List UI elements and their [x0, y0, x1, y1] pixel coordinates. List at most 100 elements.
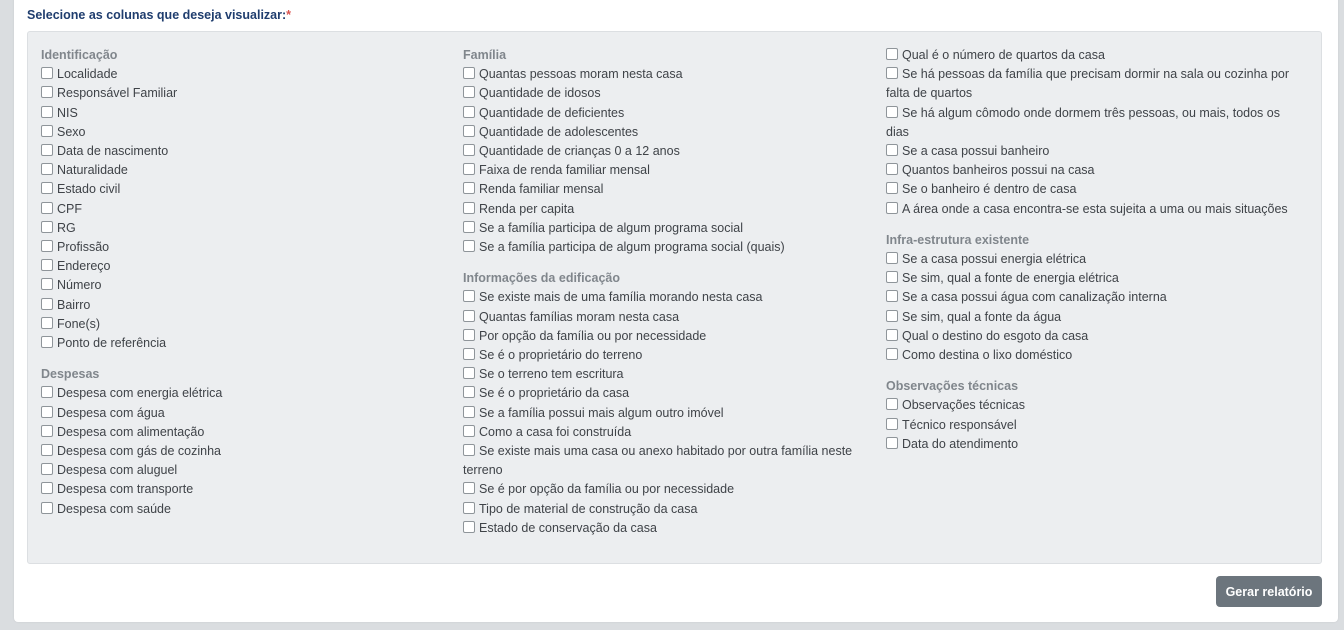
column-option-se-sim-qual-a-fonte-de-energia-eletrica[interactable]: Se sim, qual a fonte de energia elétrica: [886, 269, 1296, 288]
column-option-profissao[interactable]: Profissão: [41, 238, 441, 257]
checkbox[interactable]: [886, 436, 898, 449]
checkbox[interactable]: [463, 182, 475, 195]
checkbox[interactable]: [41, 463, 53, 476]
column-option-quantos-banheiros-possui-na-casa[interactable]: Quantos banheiros possui na casa: [886, 161, 1296, 180]
checkbox[interactable]: [463, 290, 475, 303]
column-option-tecnico-responsavel[interactable]: Técnico responsável: [886, 416, 1296, 435]
checkbox[interactable]: [886, 398, 898, 411]
column-option-despesa-com-transporte[interactable]: Despesa com transporte: [41, 480, 441, 499]
column-option-se-e-o-proprietario-da-casa[interactable]: Se é o proprietário da casa: [463, 384, 873, 403]
checkbox[interactable]: [886, 182, 898, 195]
column-option-bairro[interactable]: Bairro: [41, 296, 441, 315]
checkbox[interactable]: [886, 201, 898, 214]
column-option-se-existe-mais-de-uma-familia-morando-ne[interactable]: Se existe mais de uma família morando ne…: [463, 288, 873, 307]
column-option-despesa-com-agua[interactable]: Despesa com água: [41, 404, 441, 423]
checkbox[interactable]: [41, 424, 53, 437]
checkbox[interactable]: [41, 182, 53, 195]
checkbox[interactable]: [463, 220, 475, 233]
column-option-quantidade-de-deficientes[interactable]: Quantidade de deficientes: [463, 104, 873, 123]
checkbox[interactable]: [41, 124, 53, 137]
column-option-endereco[interactable]: Endereço: [41, 257, 441, 276]
checkbox[interactable]: [886, 309, 898, 322]
column-option-cpf[interactable]: CPF: [41, 200, 441, 219]
checkbox[interactable]: [41, 220, 53, 233]
checkbox[interactable]: [886, 67, 898, 80]
checkbox[interactable]: [41, 144, 53, 157]
column-option-se-a-casa-possui-banheiro[interactable]: Se a casa possui banheiro: [886, 142, 1296, 161]
column-option-data-do-atendimento[interactable]: Data do atendimento: [886, 435, 1296, 454]
checkbox[interactable]: [463, 348, 475, 361]
column-option-se-a-familia-possui-mais-algum-outro-imo[interactable]: Se a família possui mais algum outro imó…: [463, 404, 873, 423]
column-option-se-e-por-opcao-da-familia-ou-por-necessi[interactable]: Se é por opção da família ou por necessi…: [463, 480, 873, 499]
column-option-despesa-com-energia-eletrica[interactable]: Despesa com energia elétrica: [41, 384, 441, 403]
checkbox[interactable]: [41, 240, 53, 253]
column-option-tipo-de-material-de-construcao-da-casa[interactable]: Tipo de material de construção da casa: [463, 500, 873, 519]
column-option-renda-familiar-mensal[interactable]: Renda familiar mensal: [463, 180, 873, 199]
checkbox[interactable]: [463, 424, 475, 437]
column-option-a-area-onde-a-casa-encontra-se-esta-suje[interactable]: A área onde a casa encontra-se esta suje…: [886, 200, 1296, 219]
checkbox[interactable]: [463, 240, 475, 253]
column-option-observacoes-tecnicas[interactable]: Observações técnicas: [886, 396, 1296, 415]
column-option-faixa-de-renda-familiar-mensal[interactable]: Faixa de renda familiar mensal: [463, 161, 873, 180]
checkbox[interactable]: [463, 405, 475, 418]
column-option-por-opcao-da-familia-ou-por-necessidade[interactable]: Por opção da família ou por necessidade: [463, 327, 873, 346]
checkbox[interactable]: [41, 297, 53, 310]
column-option-quantidade-de-idosos[interactable]: Quantidade de idosos: [463, 84, 873, 103]
checkbox[interactable]: [886, 252, 898, 265]
column-option-se-sim-qual-a-fonte-da-agua[interactable]: Se sim, qual a fonte da água: [886, 308, 1296, 327]
checkbox[interactable]: [41, 67, 53, 80]
column-option-renda-per-capita[interactable]: Renda per capita: [463, 200, 873, 219]
checkbox[interactable]: [886, 144, 898, 157]
checkbox[interactable]: [41, 386, 53, 399]
column-option-data-de-nascimento[interactable]: Data de nascimento: [41, 142, 441, 161]
checkbox[interactable]: [463, 444, 475, 457]
column-option-se-ha-pessoas-da-familia-que-precisam-do[interactable]: Se há pessoas da família que precisam do…: [886, 65, 1296, 103]
column-option-sexo[interactable]: Sexo: [41, 123, 441, 142]
checkbox[interactable]: [463, 67, 475, 80]
column-option-quantas-pessoas-moram-nesta-casa[interactable]: Quantas pessoas moram nesta casa: [463, 65, 873, 84]
checkbox[interactable]: [886, 271, 898, 284]
checkbox[interactable]: [41, 316, 53, 329]
checkbox[interactable]: [41, 259, 53, 272]
column-option-se-existe-mais-uma-casa-ou-anexo-habitad[interactable]: Se existe mais uma casa ou anexo habitad…: [463, 442, 873, 480]
checkbox[interactable]: [41, 336, 53, 349]
checkbox[interactable]: [463, 105, 475, 118]
column-option-se-o-banheiro-e-dentro-de-casa[interactable]: Se o banheiro é dentro de casa: [886, 180, 1296, 199]
column-option-se-e-o-proprietario-do-terreno[interactable]: Se é o proprietário do terreno: [463, 346, 873, 365]
column-option-quantas-familias-moram-nesta-casa[interactable]: Quantas famílias moram nesta casa: [463, 308, 873, 327]
column-option-fone-s[interactable]: Fone(s): [41, 315, 441, 334]
column-option-quantidade-de-adolescentes[interactable]: Quantidade de adolescentes: [463, 123, 873, 142]
column-option-estado-de-conservacao-da-casa[interactable]: Estado de conservação da casa: [463, 519, 873, 538]
checkbox[interactable]: [886, 105, 898, 118]
column-option-se-ha-algum-comodo-onde-dormem-tres-pess[interactable]: Se há algum cômodo onde dormem três pess…: [886, 104, 1296, 142]
checkbox[interactable]: [41, 501, 53, 514]
checkbox[interactable]: [463, 163, 475, 176]
column-option-numero[interactable]: Número: [41, 276, 441, 295]
column-option-nis[interactable]: NIS: [41, 104, 441, 123]
checkbox[interactable]: [41, 163, 53, 176]
checkbox[interactable]: [41, 201, 53, 214]
checkbox[interactable]: [463, 86, 475, 99]
column-option-quantidade-de-criancas-0-a-12-anos[interactable]: Quantidade de crianças 0 a 12 anos: [463, 142, 873, 161]
column-option-se-a-familia-participa-de-algum-programa[interactable]: Se a família participa de algum programa…: [463, 219, 873, 238]
checkbox[interactable]: [463, 309, 475, 322]
checkbox[interactable]: [886, 328, 898, 341]
checkbox[interactable]: [463, 367, 475, 380]
checkbox[interactable]: [41, 444, 53, 457]
checkbox[interactable]: [463, 386, 475, 399]
column-option-qual-o-destino-do-esgoto-da-casa[interactable]: Qual o destino do esgoto da casa: [886, 327, 1296, 346]
checkbox[interactable]: [886, 163, 898, 176]
checkbox[interactable]: [886, 417, 898, 430]
checkbox[interactable]: [41, 278, 53, 291]
checkbox[interactable]: [41, 105, 53, 118]
generate-report-button[interactable]: Gerar relatório: [1216, 576, 1322, 607]
column-option-despesa-com-gas-de-cozinha[interactable]: Despesa com gás de cozinha: [41, 442, 441, 461]
checkbox[interactable]: [463, 520, 475, 533]
column-option-responsavel-familiar[interactable]: Responsável Familiar: [41, 84, 441, 103]
column-option-localidade[interactable]: Localidade: [41, 65, 441, 84]
column-option-despesa-com-saude[interactable]: Despesa com saúde: [41, 500, 441, 519]
column-option-estado-civil[interactable]: Estado civil: [41, 180, 441, 199]
column-option-rg[interactable]: RG: [41, 219, 441, 238]
column-option-como-destina-o-lixo-domestico[interactable]: Como destina o lixo doméstico: [886, 346, 1296, 365]
column-option-despesa-com-alimentacao[interactable]: Despesa com alimentação: [41, 423, 441, 442]
